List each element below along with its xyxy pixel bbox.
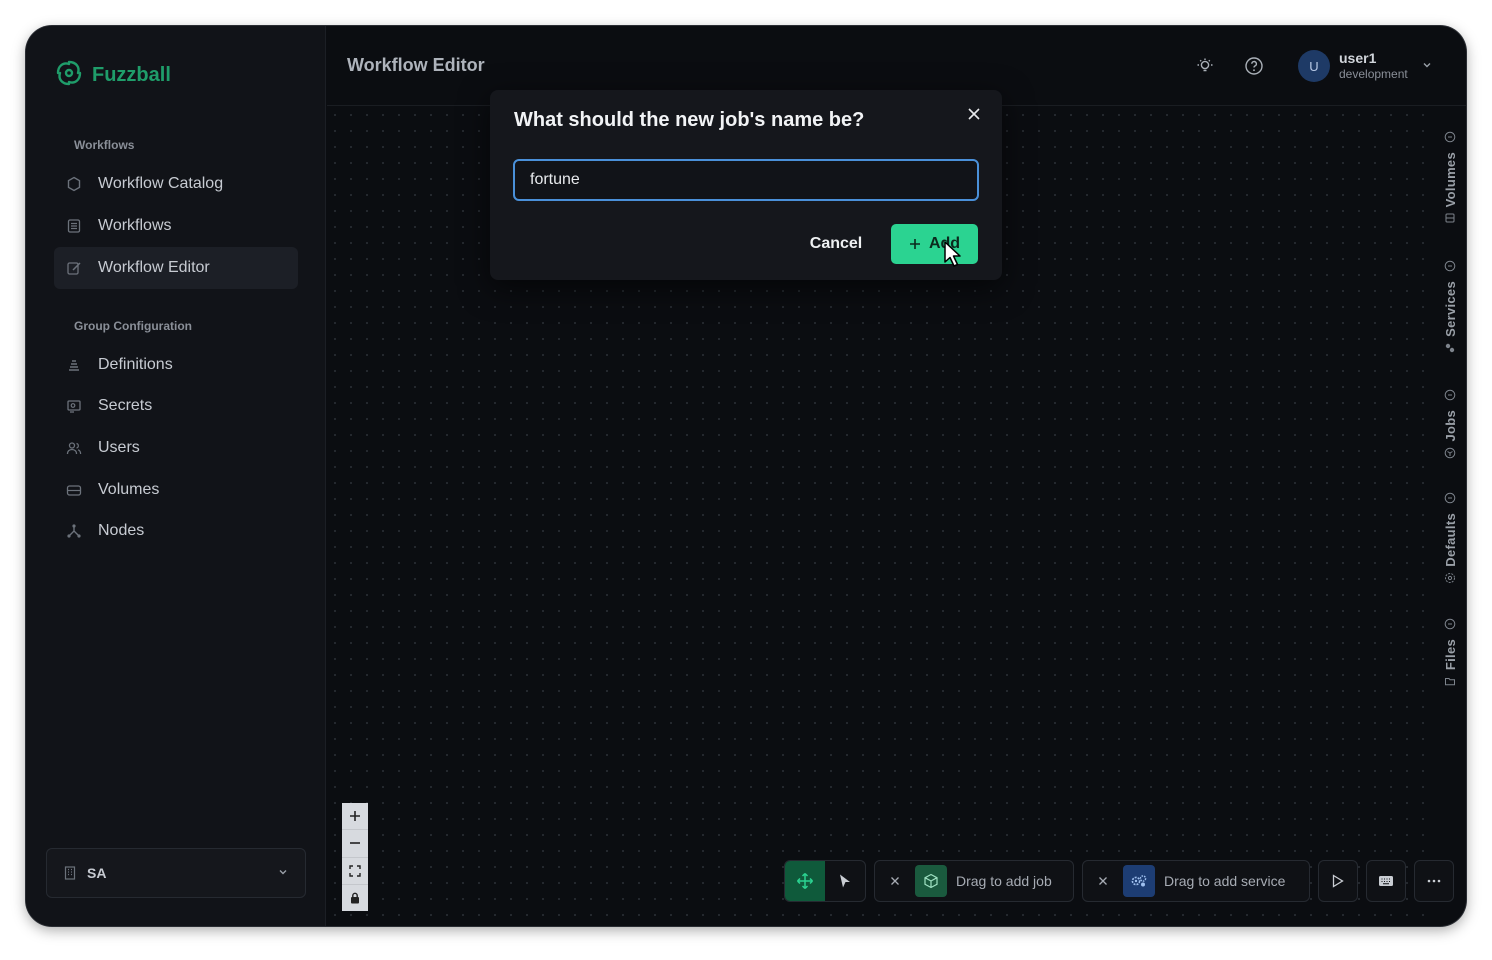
collapse-circle-icon (1444, 259, 1456, 277)
user-name[interactable]: user1 (1339, 50, 1376, 66)
section-label-group-configuration: Group Configuration (74, 319, 192, 333)
organization-select[interactable]: SA (46, 848, 306, 898)
more-horizontal-icon (1415, 861, 1453, 901)
sidebar-item-workflows[interactable]: Workflows (54, 205, 298, 247)
dialog-title: What should the new job's name be? (514, 109, 865, 131)
avatar[interactable]: U (1298, 50, 1330, 82)
tab-label: Defaults (1442, 513, 1458, 567)
add-job-label: Drag to add job (956, 873, 1052, 889)
key-icon (66, 398, 82, 414)
job-cube-icon (915, 865, 947, 897)
users-icon (66, 440, 82, 456)
sidebar-item-label: Users (98, 439, 140, 456)
sidebar-item-label: Volumes (98, 481, 160, 498)
list-icon (66, 218, 82, 234)
select-mode-pointer-icon[interactable] (825, 861, 865, 901)
cancel-button[interactable]: Cancel (801, 224, 871, 264)
sidebar-item-label: Nodes (98, 522, 145, 539)
tab-label: Jobs (1442, 410, 1458, 442)
keyboard-shortcuts-button[interactable] (1366, 860, 1406, 902)
sidebar-item-label: Workflow Catalog (98, 175, 224, 192)
collapse-circle-icon (1444, 130, 1456, 148)
play-icon (1319, 861, 1357, 901)
zoom-in-icon[interactable] (342, 803, 368, 831)
sidebar-item-workflow-catalog[interactable]: Workflow Catalog (54, 163, 298, 205)
organization-label: SA (87, 865, 107, 881)
page-title: Workflow Editor (347, 55, 485, 75)
collapse-circle-icon (1444, 388, 1456, 406)
help-icon[interactable] (1242, 54, 1266, 78)
tab-volumes[interactable]: Volumes (1438, 130, 1462, 229)
volume-icon (1444, 211, 1456, 229)
tab-services[interactable]: Services (1438, 259, 1462, 359)
drive-icon (66, 482, 82, 498)
more-options-button[interactable] (1414, 860, 1454, 902)
section-label-workflows: Workflows (74, 138, 135, 152)
tab-jobs[interactable]: Jobs (1438, 388, 1462, 464)
sidebar-item-label: Workflows (98, 217, 172, 234)
run-workflow-button[interactable] (1318, 860, 1358, 902)
add-job-draggable[interactable]: Drag to add job (874, 860, 1074, 902)
keyboard-icon (1367, 861, 1405, 901)
new-job-name-dialog: What should the new job's name be? Cance… (490, 90, 1002, 280)
building-icon (63, 866, 77, 880)
close-icon[interactable] (1083, 861, 1123, 901)
sidebar-item-label: Secrets (98, 397, 153, 414)
sidebar: Fuzzball Workflows Workflow Catalog Work… (26, 26, 326, 926)
collapse-circle-icon (1444, 491, 1456, 509)
fuzzball-logo-icon (54, 58, 84, 93)
sidebar-item-volumes[interactable]: Volumes (54, 469, 298, 511)
jobs-cube-icon (1444, 446, 1456, 464)
app-window: Fuzzball Workflows Workflow Catalog Work… (26, 26, 1466, 926)
sidebar-item-users[interactable]: Users (54, 427, 298, 469)
zoom-out-icon[interactable] (342, 830, 368, 858)
brand[interactable]: Fuzzball (54, 58, 171, 93)
canvas-mode-toggle (784, 860, 866, 902)
edit-icon (66, 260, 82, 276)
tab-files[interactable]: Files (1438, 617, 1462, 692)
chevron-down-icon[interactable] (1421, 58, 1433, 76)
plus-icon (909, 238, 921, 250)
add-service-draggable[interactable]: Drag to add service (1082, 860, 1310, 902)
chevron-down-icon (277, 865, 289, 881)
sidebar-item-secrets[interactable]: Secrets (54, 385, 298, 427)
theme-toggle-sun-icon[interactable] (1193, 54, 1217, 78)
collapse-circle-icon (1444, 617, 1456, 635)
brand-name: Fuzzball (92, 64, 171, 86)
hexagon-icon (66, 176, 82, 192)
sidebar-item-label: Workflow Editor (98, 259, 210, 276)
gear-icon (1444, 571, 1456, 589)
tab-label: Volumes (1442, 152, 1458, 208)
close-icon[interactable] (964, 104, 984, 124)
fit-view-icon[interactable] (342, 858, 368, 885)
tab-label: Services (1442, 281, 1458, 337)
service-gears-icon (1123, 865, 1155, 897)
nodes-icon (66, 523, 82, 539)
tab-defaults[interactable]: Defaults (1438, 491, 1462, 589)
close-icon[interactable] (875, 861, 915, 901)
job-name-input[interactable] (513, 159, 979, 201)
tab-label: Files (1442, 639, 1458, 671)
sidebar-item-nodes[interactable]: Nodes (54, 510, 298, 552)
mouse-pointer-icon (943, 240, 965, 275)
sidebar-item-definitions[interactable]: Definitions (54, 344, 298, 386)
user-environment: development (1339, 67, 1408, 81)
lock-icon[interactable] (342, 885, 368, 911)
sidebar-item-workflow-editor[interactable]: Workflow Editor (54, 247, 298, 289)
add-service-label: Drag to add service (1164, 873, 1286, 889)
pan-mode-move-icon[interactable] (785, 861, 825, 901)
zoom-controls (342, 803, 368, 911)
stack-icon (66, 357, 82, 373)
folder-icon (1444, 674, 1456, 692)
sidebar-item-label: Definitions (98, 356, 173, 373)
services-gears-icon (1444, 341, 1456, 359)
